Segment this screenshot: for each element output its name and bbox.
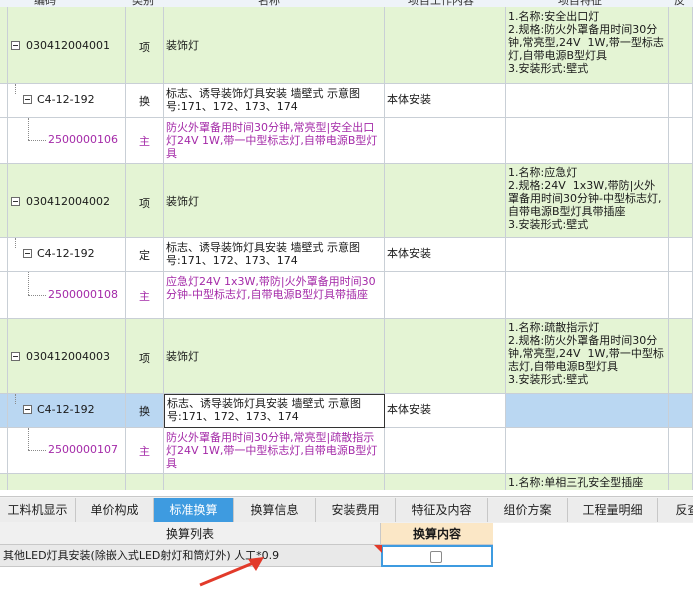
row-code: 2500000107 [48,443,118,456]
row-code: 2500000108 [48,288,118,301]
table-row[interactable]: 2500000108 主 应急灯24V 1x3W,带防|火外罩备用时间30分钟-… [0,272,693,319]
row-content[interactable]: 本体安装 [387,93,503,106]
conversion-checkbox[interactable] [430,551,442,563]
table-row-selected[interactable]: C4-12-192 换 标志、诱导装饰灯具安装 墙壁式 示意图号:171、172… [0,394,693,428]
row-code: 2500000106 [48,133,118,146]
tab-conversion-info[interactable]: 换算信息 [234,498,316,522]
row-name[interactable]: 应急灯24V 1x3W,带防|火外罩备用时间30分钟-中型标志灯,自带电源B型灯… [166,275,382,301]
collapse-toggle[interactable] [11,41,20,50]
tab-quantity-detail[interactable]: 工程量明细 [568,498,658,522]
table-row[interactable]: 030412004001 项 装饰灯 1.名称:安全出口灯 2.规格:防火外罩备… [0,7,693,84]
corner-marker-icon [374,545,382,553]
row-type: 换 [139,95,150,108]
row-name[interactable]: 标志、诱导装饰灯具安装 墙壁式 示意图号:171、172、173、174 [166,241,382,267]
row-type: 项 [139,197,150,210]
bill-grid: 编码 类别 名称 项目工作内容 项目特征 反 030412004001 项 装饰… [0,0,693,490]
table-row[interactable]: 2500000106 主 防火外罩备用时间30分钟,常亮型|安全出口灯24V 1… [0,118,693,164]
table-row[interactable]: C4-12-192 换 标志、诱导装饰灯具安装 墙壁式 示意图号:171、172… [0,84,693,118]
row-type: 项 [139,41,150,54]
tab-unit-price[interactable]: 单价构成 [76,498,154,522]
table-row[interactable]: 030412004002 项 装饰灯 1.名称:应急灯 2.规格:24V 1x3… [0,164,693,238]
row-type: 主 [139,135,150,148]
collapse-toggle[interactable] [23,249,32,258]
conversion-panel: 换算列表 换算内容 其他LED灯具安装(除嵌入式LED射灯和筒灯外) 人工*0.… [0,523,693,601]
table-row[interactable]: C4-12-192 定 标志、诱导装饰灯具安装 墙壁式 示意图号:171、172… [0,238,693,272]
row-type: 主 [139,445,150,458]
row-feature[interactable]: 1.名称:应急灯 2.规格:24V 1x3W,带防|火外罩备用时间30分钟-中型… [508,166,666,231]
collapse-toggle[interactable] [11,197,20,206]
row-content[interactable]: 本体安装 [387,247,503,260]
row-code: 030412004003 [26,350,110,363]
tab-install-fee[interactable]: 安装费用 [316,498,396,522]
row-type: 换 [139,405,150,418]
collapse-toggle[interactable] [11,352,20,361]
collapse-toggle[interactable] [23,405,32,414]
row-name[interactable]: 防火外罩备用时间30分钟,常亮型|安全出口灯24V 1W,带一中型标志灯,自带电… [166,121,382,160]
row-name[interactable]: 防火外罩备用时间30分钟,常亮型|疏散指示灯24V 1W,带一中型标志灯,自带电… [166,431,382,470]
collapse-toggle[interactable] [23,95,32,104]
red-arrow-icon [199,557,264,587]
row-code: C4-12-192 [37,247,95,260]
row-name[interactable]: 装饰灯 [166,195,382,208]
conversion-list-header: 换算列表 [0,523,381,545]
row-type: 定 [139,249,150,262]
row-content[interactable]: 本体安装 [387,403,503,416]
table-row[interactable]: 2500000107 主 防火外罩备用时间30分钟,常亮型|疏散指示灯24V 1… [0,428,693,474]
row-name[interactable]: 装饰灯 [166,39,382,52]
row-code: 030412004001 [26,39,110,52]
row-type: 项 [139,352,150,365]
tab-pricing-scheme[interactable]: 组价方案 [488,498,568,522]
row-feature[interactable]: 1.名称:疏散指示灯 2.规格:防火外罩备用时间30分钟,常亮型,24V 1W,… [508,321,666,386]
row-code: C4-12-192 [37,93,95,106]
tab-labor-material[interactable]: 工料机显示 [0,498,76,522]
row-name[interactable]: 标志、诱导装饰灯具安装 墙壁式 示意图号:171、172、173、174 [166,87,382,113]
tab-standard-conversion[interactable]: 标准换算 [154,498,234,522]
tab-reverse-lookup[interactable]: 反查 [658,498,693,522]
row-feature[interactable]: 1.名称:安全出口灯 2.规格:防火外罩备用时间30分钟,常亮型,24V 1W,… [508,10,666,75]
row-feature[interactable]: 1.名称:单相三孔安全型插座 [508,476,666,489]
row-type: 主 [139,290,150,303]
table-row[interactable]: 1.名称:单相三孔安全型插座 [0,474,693,490]
conversion-content-header: 换算内容 [381,523,493,545]
row-name[interactable]: 装饰灯 [166,350,382,363]
row-code: C4-12-192 [37,403,95,416]
tab-features[interactable]: 特征及内容 [396,498,488,522]
row-name[interactable]: 标志、诱导装饰灯具安装 墙壁式 示意图号:171、172、173、174 [167,397,382,423]
bottom-tabs: 工料机显示 单价构成 标准换算 换算信息 安装费用 特征及内容 组价方案 工程量… [0,496,693,524]
table-row[interactable]: 030412004003 项 装饰灯 1.名称:疏散指示灯 2.规格:防火外罩备… [0,319,693,394]
row-code: 030412004002 [26,195,110,208]
